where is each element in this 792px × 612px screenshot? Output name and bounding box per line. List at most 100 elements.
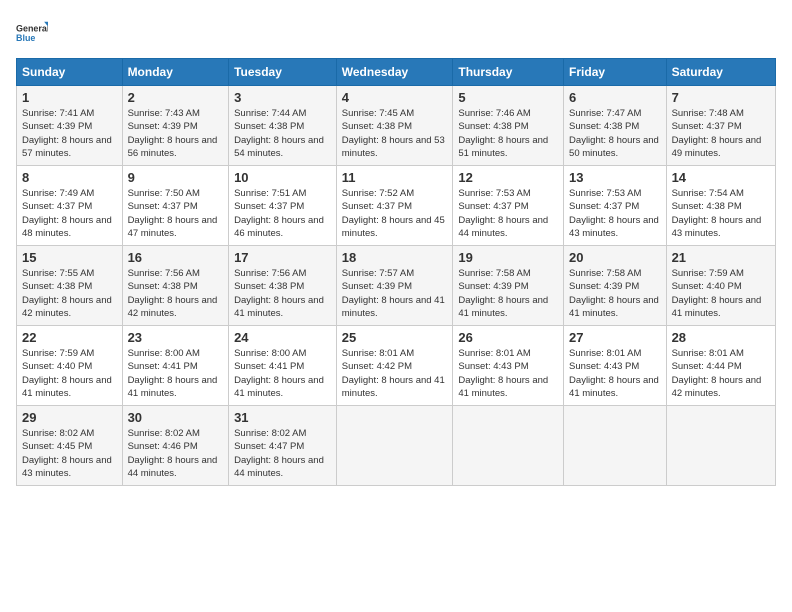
week-row-3: 15 Sunrise: 7:55 AMSunset: 4:38 PMDayligh… [17,246,776,326]
day-info: Sunrise: 7:45 AMSunset: 4:38 PMDaylight:… [342,107,448,160]
day-number: 16 [128,250,224,265]
calendar-cell [564,406,667,486]
day-info: Sunrise: 7:48 AMSunset: 4:37 PMDaylight:… [672,107,770,160]
day-info: Sunrise: 7:47 AMSunset: 4:38 PMDaylight:… [569,107,661,160]
calendar-cell: 23 Sunrise: 8:00 AMSunset: 4:41 PMDayligh… [122,326,229,406]
day-info: Sunrise: 7:49 AMSunset: 4:37 PMDaylight:… [22,187,117,240]
day-info: Sunrise: 7:58 AMSunset: 4:39 PMDaylight:… [458,267,558,320]
day-number: 11 [342,170,448,185]
svg-text:General: General [16,23,48,33]
day-info: Sunrise: 8:01 AMSunset: 4:42 PMDaylight:… [342,347,448,400]
day-number: 26 [458,330,558,345]
day-info: Sunrise: 7:52 AMSunset: 4:37 PMDaylight:… [342,187,448,240]
day-number: 28 [672,330,770,345]
calendar-cell: 30 Sunrise: 8:02 AMSunset: 4:46 PMDayligh… [122,406,229,486]
day-number: 7 [672,90,770,105]
calendar-cell: 22 Sunrise: 7:59 AMSunset: 4:40 PMDayligh… [17,326,123,406]
day-info: Sunrise: 8:01 AMSunset: 4:44 PMDaylight:… [672,347,770,400]
calendar-cell: 29 Sunrise: 8:02 AMSunset: 4:45 PMDayligh… [17,406,123,486]
calendar-cell: 16 Sunrise: 7:56 AMSunset: 4:38 PMDayligh… [122,246,229,326]
day-info: Sunrise: 7:59 AMSunset: 4:40 PMDaylight:… [22,347,117,400]
calendar-cell: 6 Sunrise: 7:47 AMSunset: 4:38 PMDaylight… [564,86,667,166]
day-number: 4 [342,90,448,105]
day-number: 23 [128,330,224,345]
calendar-cell: 14 Sunrise: 7:54 AMSunset: 4:38 PMDayligh… [666,166,775,246]
calendar-cell: 19 Sunrise: 7:58 AMSunset: 4:39 PMDayligh… [453,246,564,326]
day-info: Sunrise: 7:54 AMSunset: 4:38 PMDaylight:… [672,187,770,240]
calendar-cell [453,406,564,486]
day-info: Sunrise: 7:53 AMSunset: 4:37 PMDaylight:… [569,187,661,240]
logo-svg: General Blue [16,16,48,48]
day-info: Sunrise: 7:44 AMSunset: 4:38 PMDaylight:… [234,107,331,160]
day-number: 24 [234,330,331,345]
day-info: Sunrise: 7:56 AMSunset: 4:38 PMDaylight:… [128,267,224,320]
weekday-header-tuesday: Tuesday [229,59,337,86]
day-info: Sunrise: 8:02 AMSunset: 4:45 PMDaylight:… [22,427,117,480]
day-number: 19 [458,250,558,265]
weekday-header-monday: Monday [122,59,229,86]
day-number: 22 [22,330,117,345]
day-info: Sunrise: 7:50 AMSunset: 4:37 PMDaylight:… [128,187,224,240]
calendar-cell: 11 Sunrise: 7:52 AMSunset: 4:37 PMDayligh… [336,166,453,246]
calendar-cell: 24Sunrise: 8:00 AMSunset: 4:41 PMDayligh… [229,326,337,406]
week-row-2: 8Sunrise: 7:49 AMSunset: 4:37 PMDaylight… [17,166,776,246]
calendar-cell: 17 Sunrise: 7:56 AMSunset: 4:38 PMDayligh… [229,246,337,326]
calendar-cell: 5Sunrise: 7:46 AMSunset: 4:38 PMDaylight… [453,86,564,166]
calendar-cell: 18Sunrise: 7:57 AMSunset: 4:39 PMDayligh… [336,246,453,326]
week-row-4: 22 Sunrise: 7:59 AMSunset: 4:40 PMDayligh… [17,326,776,406]
day-number: 13 [569,170,661,185]
logo: General Blue [16,16,48,48]
day-number: 21 [672,250,770,265]
calendar-cell: 9Sunrise: 7:50 AMSunset: 4:37 PMDaylight… [122,166,229,246]
day-info: Sunrise: 7:55 AMSunset: 4:38 PMDaylight:… [22,267,117,320]
day-info: Sunrise: 8:00 AMSunset: 4:41 PMDaylight:… [128,347,224,400]
day-info: Sunrise: 8:01 AMSunset: 4:43 PMDaylight:… [569,347,661,400]
day-number: 6 [569,90,661,105]
day-info: Sunrise: 7:41 AMSunset: 4:39 PMDaylight:… [22,107,117,160]
calendar-cell: 8Sunrise: 7:49 AMSunset: 4:37 PMDaylight… [17,166,123,246]
day-number: 10 [234,170,331,185]
weekday-header-sunday: Sunday [17,59,123,86]
calendar-cell: 1 Sunrise: 7:41 AMSunset: 4:39 PMDaylight… [17,86,123,166]
calendar-cell: 25 Sunrise: 8:01 AMSunset: 4:42 PMDayligh… [336,326,453,406]
day-number: 12 [458,170,558,185]
svg-text:Blue: Blue [16,33,35,43]
weekday-header-friday: Friday [564,59,667,86]
day-info: Sunrise: 7:56 AMSunset: 4:38 PMDaylight:… [234,267,331,320]
day-number: 14 [672,170,770,185]
day-number: 3 [234,90,331,105]
calendar-cell: 20Sunrise: 7:58 AMSunset: 4:39 PMDayligh… [564,246,667,326]
weekday-header-row: SundayMondayTuesdayWednesdayThursdayFrid… [17,59,776,86]
calendar-cell [666,406,775,486]
day-number: 1 [22,90,117,105]
week-row-1: 1 Sunrise: 7:41 AMSunset: 4:39 PMDaylight… [17,86,776,166]
day-info: Sunrise: 7:57 AMSunset: 4:39 PMDaylight:… [342,267,448,320]
day-number: 25 [342,330,448,345]
calendar-cell: 7 Sunrise: 7:48 AMSunset: 4:37 PMDaylight… [666,86,775,166]
weekday-header-saturday: Saturday [666,59,775,86]
day-number: 30 [128,410,224,425]
weekday-header-wednesday: Wednesday [336,59,453,86]
day-number: 31 [234,410,331,425]
week-row-5: 29 Sunrise: 8:02 AMSunset: 4:45 PMDayligh… [17,406,776,486]
day-info: Sunrise: 7:43 AMSunset: 4:39 PMDaylight:… [128,107,224,160]
day-number: 29 [22,410,117,425]
day-info: Sunrise: 7:59 AMSunset: 4:40 PMDaylight:… [672,267,770,320]
calendar-table: SundayMondayTuesdayWednesdayThursdayFrid… [16,58,776,486]
day-number: 15 [22,250,117,265]
calendar-cell: 15 Sunrise: 7:55 AMSunset: 4:38 PMDayligh… [17,246,123,326]
calendar-cell: 10 Sunrise: 7:51 AMSunset: 4:37 PMDayligh… [229,166,337,246]
day-number: 5 [458,90,558,105]
day-info: Sunrise: 7:53 AMSunset: 4:37 PMDaylight:… [458,187,558,240]
calendar-cell: 28 Sunrise: 8:01 AMSunset: 4:44 PMDayligh… [666,326,775,406]
day-number: 20 [569,250,661,265]
page-header: General Blue [16,16,776,48]
day-info: Sunrise: 8:02 AMSunset: 4:46 PMDaylight:… [128,427,224,480]
day-info: Sunrise: 8:01 AMSunset: 4:43 PMDaylight:… [458,347,558,400]
day-number: 17 [234,250,331,265]
calendar-cell: 26 Sunrise: 8:01 AMSunset: 4:43 PMDayligh… [453,326,564,406]
day-info: Sunrise: 8:02 AMSunset: 4:47 PMDaylight:… [234,427,331,480]
day-info: Sunrise: 7:51 AMSunset: 4:37 PMDaylight:… [234,187,331,240]
day-number: 2 [128,90,224,105]
weekday-header-thursday: Thursday [453,59,564,86]
